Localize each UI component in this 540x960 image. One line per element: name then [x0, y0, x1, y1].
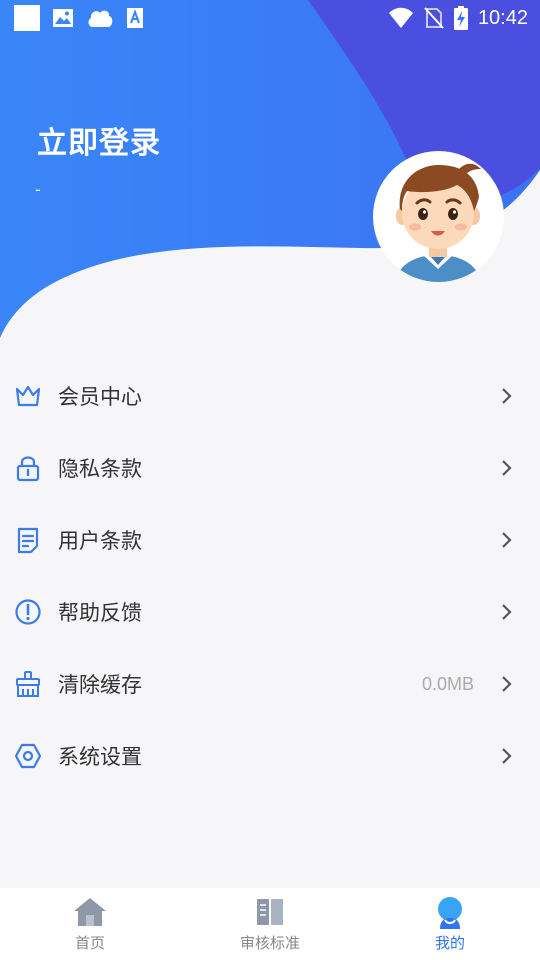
no-sim-icon	[424, 7, 444, 29]
document-icon	[17, 527, 39, 554]
lock-icon	[16, 456, 40, 482]
chevron-right-icon	[502, 676, 512, 692]
crown-icon	[15, 385, 41, 407]
tab-label: 我的	[434, 934, 465, 952]
login-subtitle: -	[35, 180, 41, 199]
menu-item-label: 系统设置	[58, 745, 142, 769]
menu-item-clear-cache[interactable]: 清除缓存 0.0MB	[0, 648, 540, 720]
boy-avatar-icon	[395, 163, 481, 282]
book-icon	[257, 899, 283, 925]
menu-item-label: 用户条款	[58, 529, 142, 553]
chevron-right-icon	[502, 532, 512, 548]
tab-mine[interactable]: 我的	[360, 888, 540, 960]
image-icon	[53, 9, 73, 27]
wifi-icon	[388, 7, 413, 28]
cloud-icon	[88, 10, 113, 27]
tab-review-standards[interactable]: 审核标准	[180, 888, 360, 960]
chevron-right-icon	[502, 748, 512, 764]
menu-item-user-terms[interactable]: 用户条款	[0, 504, 540, 576]
menu-item-label: 隐私条款	[58, 457, 142, 481]
exclamation-circle-icon	[15, 599, 41, 625]
tab-label: 首页	[74, 934, 105, 952]
tab-home[interactable]: 首页	[0, 888, 180, 960]
broom-icon	[16, 671, 40, 697]
notification-square-icon	[14, 5, 40, 31]
login-title[interactable]: 立即登录	[37, 118, 161, 162]
menu-item-label: 会员中心	[58, 385, 142, 409]
tab-label: 审核标准	[239, 934, 300, 952]
hexagon-settings-icon	[14, 743, 42, 769]
status-bar: 10:42	[0, 0, 540, 36]
menu-item-privacy[interactable]: 隐私条款	[0, 432, 540, 504]
menu-item-label: 清除缓存	[58, 673, 142, 697]
menu-item-system-settings[interactable]: 系统设置	[0, 720, 540, 792]
font-a-icon	[127, 8, 143, 28]
chevron-right-icon	[502, 460, 512, 476]
chevron-right-icon	[502, 604, 512, 620]
menu-item-help-feedback[interactable]: 帮助反馈	[0, 576, 540, 648]
battery-charging-icon	[453, 6, 468, 30]
status-time: 10:42	[477, 6, 528, 29]
cache-size-value: 0.0MB	[421, 673, 474, 694]
profile-header: 10:42 立即登录 -	[0, 0, 540, 345]
user-icon	[438, 897, 462, 929]
chevron-right-icon	[502, 388, 512, 404]
menu-item-label: 帮助反馈	[58, 601, 142, 625]
bottom-tab-bar: 首页 审核标准 我的	[0, 888, 540, 960]
settings-menu: 会员中心 隐私条款 用户条款 帮助反馈 清除缓存 0.0MB 系统设置	[0, 360, 540, 792]
menu-item-membership[interactable]: 会员中心	[0, 360, 540, 432]
avatar[interactable]	[373, 151, 504, 282]
home-icon	[74, 898, 106, 926]
